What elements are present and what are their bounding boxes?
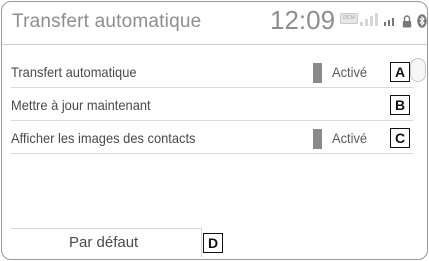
callout-label: A — [390, 62, 410, 82]
callout-label: B — [390, 95, 410, 115]
dcm-icon: DCM — [340, 13, 358, 24]
page-title: Transfert automatique — [12, 11, 202, 32]
status-text: Activé — [332, 130, 368, 146]
setting-label: Mettre à jour maintenant — [11, 97, 151, 113]
signal-icon — [360, 13, 378, 26]
status-text: Activé — [332, 64, 368, 80]
callout-label: C — [390, 128, 410, 148]
setting-label: Transfert automatique — [11, 64, 137, 80]
header-bar: Transfert automatique 12:09 DCM — [2, 2, 427, 45]
clock: 12:09 — [270, 5, 336, 35]
lock-icon — [402, 15, 412, 28]
status-indicator — [313, 63, 322, 83]
callout-label: D — [203, 233, 223, 253]
setting-row-contact-images[interactable]: Afficher les images des contacts Activé … — [11, 123, 413, 154]
setting-row-update-now[interactable]: Mettre à jour maintenant B — [11, 90, 413, 121]
setting-row-auto-transfer[interactable]: Transfert automatique Activé A — [11, 57, 413, 88]
default-button[interactable]: Par défaut D — [11, 228, 223, 257]
setting-label: Afficher les images des contacts — [11, 130, 196, 146]
bluetooth-icon — [417, 14, 427, 28]
default-button-label: Par défaut — [69, 234, 139, 251]
status-indicator — [313, 129, 322, 149]
settings-screen: Transfert automatique 12:09 DCM Transfer… — [1, 1, 428, 260]
signal-bars-icon — [384, 18, 394, 26]
scroll-knob[interactable] — [410, 58, 426, 82]
